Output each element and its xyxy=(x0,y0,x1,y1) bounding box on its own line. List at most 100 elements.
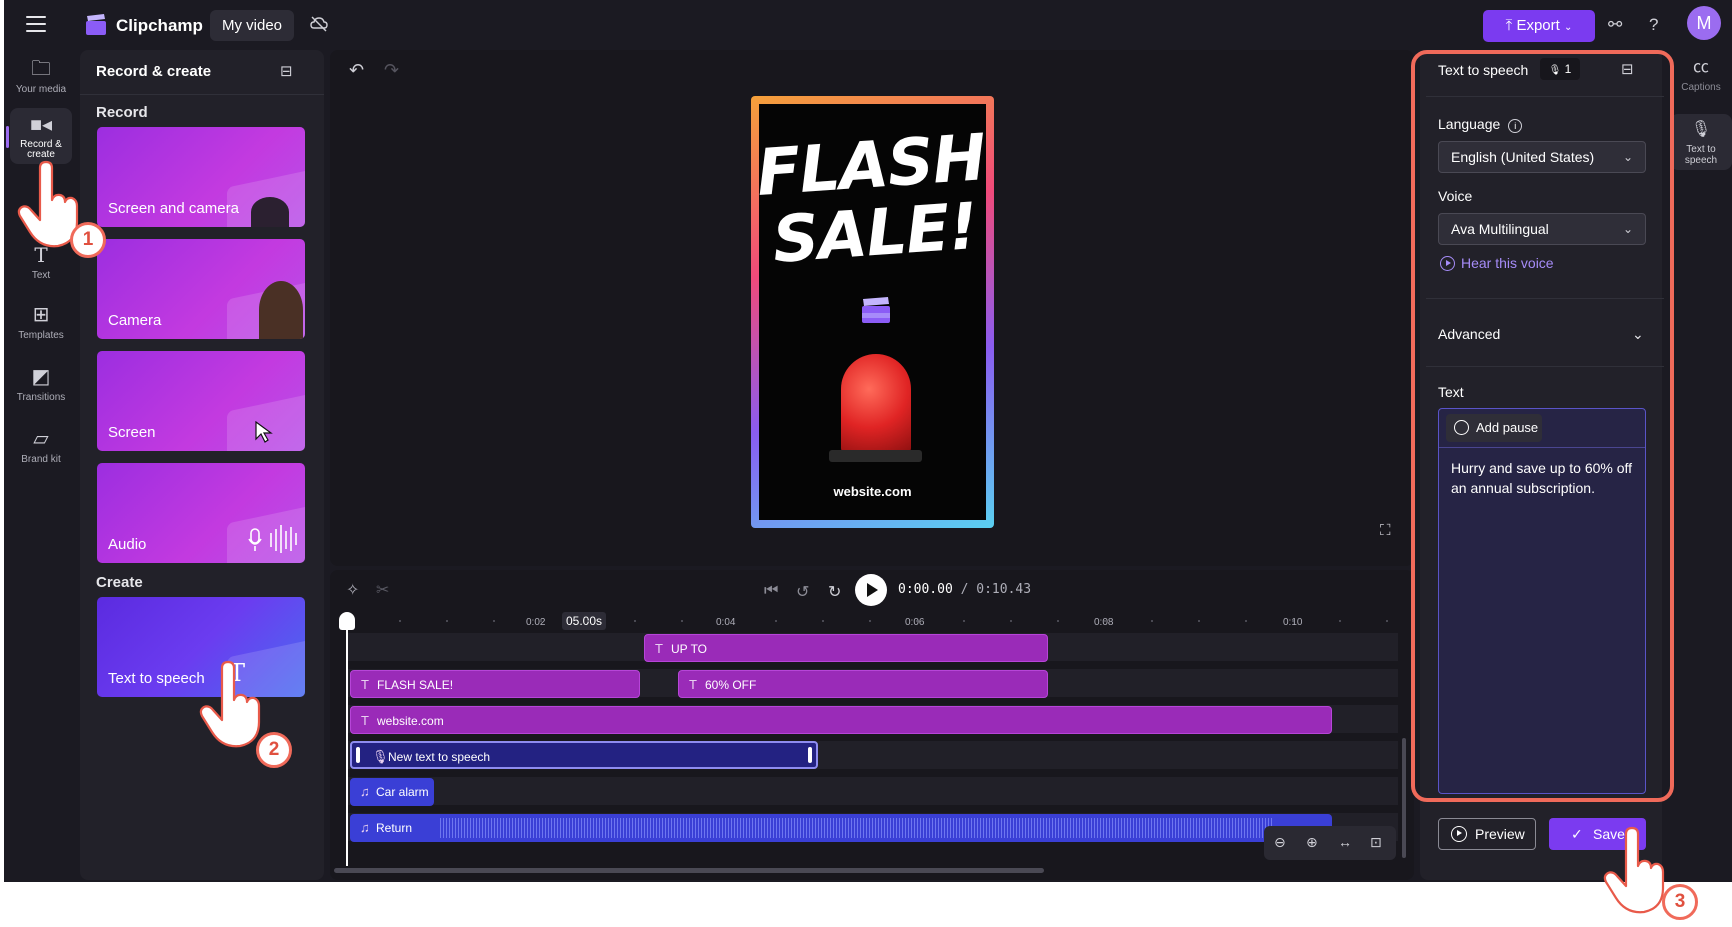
divider xyxy=(80,94,324,95)
clip-60-off[interactable]: T 60% OFF xyxy=(678,670,1048,698)
rail-item-your-media[interactable]: 🗀 Your media xyxy=(10,58,72,98)
microphone-icon xyxy=(248,525,297,553)
siren-base xyxy=(829,450,922,462)
time-readout: 0:00.00 / 0:10.43 xyxy=(898,582,1032,597)
ruler-tick: 0:02 xyxy=(526,617,546,628)
templates-icon: ⊞ xyxy=(32,304,50,326)
step-badge-2: 2 xyxy=(256,732,292,768)
ruler-dot xyxy=(587,620,589,622)
ruler-dot xyxy=(1245,620,1247,622)
video-preview[interactable]: FLASH SALE! website.com xyxy=(751,96,994,528)
ruler-dot xyxy=(1198,620,1200,622)
clip-car-alarm[interactable]: ♫ Car alarm xyxy=(350,778,434,806)
brand-kit-icon: ▱ xyxy=(33,428,49,450)
clipchamp-logo-icon xyxy=(862,297,890,323)
ruler-dot xyxy=(916,620,918,622)
vertical-scrollbar[interactable] xyxy=(1402,738,1406,858)
rewind-5-icon[interactable]: ↺ xyxy=(796,582,809,602)
card-screen[interactable]: Screen xyxy=(97,351,305,451)
undo-icon[interactable]: ↶ xyxy=(349,60,364,81)
trim-handle-right[interactable] xyxy=(808,747,812,763)
cloud-offline-icon xyxy=(310,16,328,32)
rail-item-templates[interactable]: ⊞ Templates xyxy=(10,304,72,341)
skip-back-icon[interactable]: ⏮ xyxy=(764,582,778,600)
person-thumbnail xyxy=(259,281,303,339)
ruler-dot xyxy=(775,620,777,622)
hand-pointer-icon xyxy=(1603,826,1665,914)
music-note-icon: ♫ xyxy=(360,820,370,835)
timeline-expand-icon[interactable]: ⊡ xyxy=(1370,834,1382,851)
magic-tool-icon[interactable]: ✧ xyxy=(346,580,359,600)
rail-item-brand-kit[interactable]: ▱ Brand kit xyxy=(10,428,72,465)
clip-flash-sale[interactable]: T FLASH SALE! xyxy=(350,670,640,698)
fullscreen-icon[interactable]: ⛶ xyxy=(1380,522,1391,539)
card-screen-and-camera[interactable]: Screen and camera xyxy=(97,127,305,227)
ruler-dot xyxy=(1386,620,1388,622)
folder-icon: 🗀 xyxy=(31,58,51,80)
text-icon: T xyxy=(361,713,369,728)
share-icon[interactable]: ⚯ xyxy=(1608,15,1622,35)
export-button[interactable]: ⤒ Export ⌄ xyxy=(1483,10,1595,42)
fit-width-icon[interactable]: ↔ xyxy=(1338,834,1352,850)
ruler-tick: 0:10 xyxy=(1283,617,1303,628)
track xyxy=(348,777,1398,805)
rail-item-record-create[interactable]: ■◂ Record & create xyxy=(10,108,72,164)
playhead[interactable] xyxy=(346,618,348,866)
top-bar: Clipchamp My video ⤒ Export ⌄ ⚯ ? M xyxy=(4,0,1732,50)
text-icon: T xyxy=(689,677,697,692)
website-text: website.com xyxy=(833,484,912,499)
ruler-dot xyxy=(869,620,871,622)
zoom-in-icon[interactable]: ⊕ xyxy=(1306,834,1318,851)
siren-graphic xyxy=(841,354,911,454)
card-camera[interactable]: Camera xyxy=(97,239,305,339)
microphone-icon: 🎙 xyxy=(372,749,389,764)
ruler-tick: 0:06 xyxy=(905,617,925,628)
project-name-field[interactable]: My video xyxy=(210,10,295,41)
ruler-dot xyxy=(1057,620,1059,622)
clip-new-text-to-speech[interactable]: 🎙New text to speech xyxy=(350,741,818,769)
ruler-dot xyxy=(540,620,542,622)
person-thumbnail xyxy=(251,197,289,227)
ruler-tick: 0:04 xyxy=(716,617,736,628)
audio-waveform xyxy=(440,818,1272,838)
upload-icon: ⤒ xyxy=(1505,17,1513,34)
redo-icon[interactable]: ↷ xyxy=(384,60,399,81)
ruler-dot xyxy=(1339,620,1341,622)
avatar[interactable]: M xyxy=(1687,6,1721,40)
trim-handle-left[interactable] xyxy=(356,747,360,763)
transitions-icon: ◩ xyxy=(31,366,51,388)
ruler-dot xyxy=(681,620,683,622)
hand-pointer-icon xyxy=(199,660,261,748)
video-canvas: FLASH SALE! website.com xyxy=(759,104,986,520)
ruler-dot xyxy=(1292,620,1294,622)
forward-5-icon[interactable]: ↻ xyxy=(828,582,841,602)
step-badge-1: 1 xyxy=(70,222,106,258)
menu-icon[interactable] xyxy=(26,16,46,32)
split-icon[interactable]: ✂ xyxy=(376,580,389,600)
rail-item-captions[interactable]: ㏄ Captions xyxy=(1670,58,1732,94)
horizontal-scrollbar[interactable] xyxy=(334,868,1044,873)
zoom-out-icon[interactable]: ⊖ xyxy=(1274,834,1286,851)
rail-item-text-to-speech[interactable]: 🎙 Text to speech xyxy=(1670,114,1732,170)
clip-return[interactable]: ♫ Return xyxy=(350,814,1332,842)
ruler-dot xyxy=(1104,620,1106,622)
step-badge-3: 3 xyxy=(1662,884,1698,920)
text-icon: T xyxy=(361,677,369,692)
clip-up-to[interactable]: T UP TO xyxy=(644,634,1048,662)
help-icon[interactable]: ? xyxy=(1649,15,1658,35)
clip-website[interactable]: Twebsite.com xyxy=(350,706,1332,734)
rail-item-transitions[interactable]: ◩ Transitions xyxy=(10,366,72,403)
ruler-dot xyxy=(493,620,495,622)
panel-title: Record & create xyxy=(96,63,212,80)
ruler-dot xyxy=(634,620,636,622)
highlight-box xyxy=(1411,50,1674,802)
ruler-dot xyxy=(963,620,965,622)
microphone-icon: 🎙 xyxy=(1690,121,1712,138)
music-note-icon: ♫ xyxy=(360,784,370,799)
play-button[interactable] xyxy=(855,574,887,606)
collapse-panel-icon[interactable]: ⊟ xyxy=(280,62,293,80)
preview-button[interactable]: Preview xyxy=(1438,818,1536,850)
ruler-dot xyxy=(728,620,730,622)
card-audio[interactable]: Audio xyxy=(97,463,305,563)
text-icon: T xyxy=(655,641,663,656)
